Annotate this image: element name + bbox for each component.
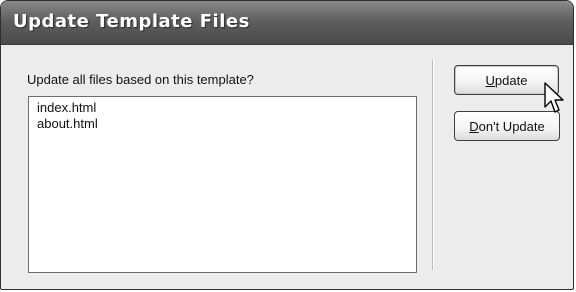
update-mnemonic: U bbox=[485, 72, 495, 88]
dont-update-mnemonic: D bbox=[469, 118, 479, 134]
file-list-item[interactable]: index.html bbox=[37, 100, 408, 116]
arrow-pointer-icon bbox=[544, 82, 564, 113]
file-list-item[interactable]: about.html bbox=[37, 116, 408, 132]
file-list[interactable]: index.html about.html bbox=[28, 96, 417, 273]
dialog-title: Update Template Files bbox=[13, 11, 250, 32]
update-button-label: Update bbox=[486, 73, 528, 88]
prompt-text: Update all files based on this template? bbox=[27, 72, 254, 87]
vertical-divider bbox=[432, 60, 434, 270]
update-template-files-dialog: Update Template Files Update all files b… bbox=[0, 0, 574, 290]
title-bar[interactable]: Update Template Files bbox=[1, 1, 573, 45]
dont-update-button-label: Don't Update bbox=[469, 119, 544, 134]
update-label-rest: pdate bbox=[494, 72, 528, 88]
dialog-body: Update all files based on this template?… bbox=[9, 45, 565, 281]
dont-update-label-rest: on't Update bbox=[478, 118, 545, 134]
